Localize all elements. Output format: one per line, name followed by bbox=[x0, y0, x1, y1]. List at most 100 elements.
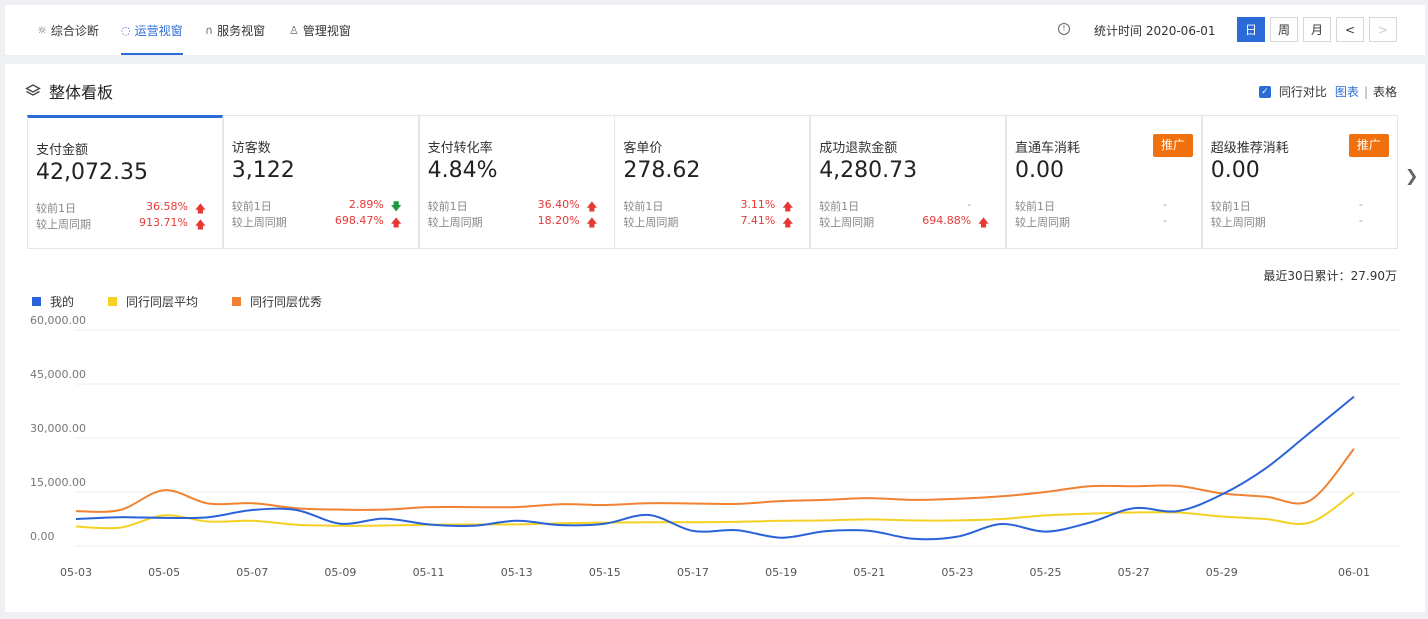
tab-management[interactable]: ♙ 管理视窗 bbox=[289, 5, 351, 55]
y-tick-label: 15,000.00 bbox=[30, 476, 86, 489]
legend-label: 我的 bbox=[50, 295, 75, 309]
x-tick-label: 06-01 bbox=[1338, 566, 1370, 579]
comparison-percent: - bbox=[967, 198, 972, 211]
comparison-percent: 2.89% bbox=[348, 198, 384, 211]
x-tick-label: 05-19 bbox=[765, 566, 797, 579]
legend-item[interactable]: 同行同层平均 bbox=[108, 293, 198, 310]
headset-icon: ∩ bbox=[205, 23, 214, 37]
metric-name: 成功退款金额 bbox=[819, 141, 898, 156]
y-tick-label: 60,000.00 bbox=[30, 314, 86, 327]
comparison-percent: - bbox=[1358, 198, 1363, 211]
tab-operations[interactable]: ◌ 运营视窗 bbox=[121, 5, 183, 55]
comparison-row: 较上周同期 7.41% 🡅 bbox=[623, 214, 793, 229]
comparison-row: 较上周同期 698.47% 🡅 bbox=[231, 214, 402, 229]
card-payment-amount[interactable]: 支付金额 42,072.35 较前1日 36.58% 🡅 较上周同期 913.71% 🡅 bbox=[27, 115, 223, 249]
comparison-row: 较上周同期 - bbox=[1015, 214, 1167, 229]
period-week-button[interactable]: 周 bbox=[1270, 17, 1298, 42]
view-options: ✓ 同行对比 图表 | 表格 bbox=[1258, 83, 1397, 100]
x-tick-label: 05-27 bbox=[1118, 566, 1150, 579]
comparison-row: 较上周同期 913.71% 🡅 bbox=[36, 216, 206, 231]
period-day-button[interactable]: 日 bbox=[1237, 17, 1265, 42]
series-line-peer-excellent bbox=[75, 448, 1355, 513]
tab-label: 管理视窗 bbox=[302, 23, 351, 38]
comparison-row: 较上周同期 694.88% 🡅 bbox=[819, 214, 989, 229]
y-tick-label: 30,000.00 bbox=[30, 422, 86, 435]
arrow-up-icon: 🡅 bbox=[782, 216, 794, 229]
legend-item[interactable]: 我的 bbox=[32, 293, 74, 310]
series-line-mine bbox=[75, 395, 1355, 541]
bulb-icon: ☼ bbox=[37, 23, 47, 37]
comparison-row: 较上周同期 - bbox=[1211, 214, 1363, 229]
chart-legend: 我的 同行同层平均 同行同层优秀 bbox=[32, 293, 356, 310]
x-tick-label: 05-15 bbox=[589, 566, 621, 579]
metric-value: 278.62 bbox=[623, 158, 701, 183]
comparison-label: 较前1日 bbox=[427, 200, 468, 213]
metric-name: 超级推荐消耗 bbox=[1210, 141, 1289, 156]
card-ztc-cost[interactable]: 直通车消耗 0.00 推广 较前1日 - 较上周同期 - bbox=[1006, 115, 1202, 249]
overview-panel: 整体看板 ✓ 同行对比 图表 | 表格 支付金额 42,072.35 较前1日 36.… bbox=[5, 64, 1425, 612]
layers-icon bbox=[25, 84, 41, 96]
metric-value: 4,280.73 bbox=[819, 158, 918, 183]
y-tick-label: 45,000.00 bbox=[30, 368, 86, 381]
top-nav-bar: ☼ 综合诊断 ◌ 运营视窗 ∩ 服务视窗 ♙ 管理视窗 ! 统计时间 2020-06-0… bbox=[5, 5, 1425, 55]
metric-name: 支付转化率 bbox=[427, 141, 493, 156]
view-chart-link[interactable]: 图表 bbox=[1335, 83, 1359, 100]
arrow-up-icon: 🡅 bbox=[390, 216, 402, 229]
cumulative-summary: 最近30日累计：27.90万 bbox=[1263, 269, 1397, 283]
chevron-right-icon[interactable]: ❯ bbox=[1405, 166, 1418, 185]
card-refund-amount[interactable]: 成功退款金额 4,280.73 较前1日 - 较上周同期 694.88% 🡅 bbox=[810, 115, 1007, 249]
legend-label: 同行同层平均 bbox=[126, 295, 199, 309]
tab-service[interactable]: ∩ 服务视窗 bbox=[205, 5, 265, 55]
info-icon[interactable]: ! bbox=[1058, 23, 1070, 35]
card-conversion-rate[interactable]: 支付转化率 4.84% 较前1日 36.40% 🡅 较上周同期 18.20% 🡅 bbox=[418, 115, 615, 249]
arrow-up-icon: 🡅 bbox=[977, 216, 990, 229]
card-super-recommend-cost[interactable]: 超级推荐消耗 0.00 推广 较前1日 - 较上周同期 - bbox=[1201, 115, 1398, 249]
prev-date-button[interactable]: < bbox=[1336, 17, 1364, 42]
compare-checkbox[interactable]: ✓ bbox=[1258, 85, 1271, 98]
comparison-label: 较前1日 bbox=[819, 200, 860, 213]
comparison-percent: - bbox=[1163, 214, 1167, 227]
tab-label: 服务视窗 bbox=[217, 23, 266, 38]
x-tick-label: 05-13 bbox=[501, 566, 533, 579]
panel-title: 整体看板 bbox=[49, 83, 114, 102]
comparison-label: 较上周同期 bbox=[427, 216, 483, 229]
y-tick-label: 0.00 bbox=[30, 530, 55, 543]
comparison-row: 较前1日 - bbox=[1210, 198, 1363, 213]
comparison-percent: 694.88% bbox=[922, 214, 972, 227]
next-date-button[interactable]: > bbox=[1369, 17, 1397, 42]
panel-header: 整体看板 bbox=[25, 79, 113, 103]
comparison-label: 较前1日 bbox=[623, 200, 664, 213]
comparison-row: 较前1日 - bbox=[819, 198, 972, 213]
line-chart: 0.00 15,000.00 30,000.00 45,000.00 60,000.00… bbox=[30, 314, 1400, 579]
comparison-row: 较上周同期 18.20% 🡅 bbox=[427, 214, 598, 229]
comparison-label: 较上周同期 bbox=[231, 216, 287, 229]
legend-label: 同行同层优秀 bbox=[250, 295, 323, 309]
shield-icon: ◌ bbox=[121, 23, 131, 37]
period-month-button[interactable]: 月 bbox=[1303, 17, 1331, 42]
x-tick-label: 05-23 bbox=[941, 566, 973, 579]
comparison-percent: - bbox=[1163, 198, 1167, 211]
view-table-link[interactable]: 表格 bbox=[1373, 83, 1397, 100]
comparison-label: 较前1日 bbox=[1210, 200, 1251, 213]
arrow-up-icon: 🡅 bbox=[194, 218, 206, 231]
metric-name: 访客数 bbox=[231, 141, 271, 156]
stat-time: 统计时间 2020-06-01 bbox=[1094, 24, 1216, 38]
card-avg-order-value[interactable]: 客单价 278.62 较前1日 3.11% 🡅 较上周同期 7.41% 🡅 bbox=[614, 115, 811, 249]
card-visitors[interactable]: 访客数 3,122 较前1日 2.89% 🡇 较上周同期 698.47% 🡅 bbox=[222, 115, 419, 249]
x-tick-label: 05-07 bbox=[236, 566, 268, 579]
metric-name: 支付金额 bbox=[36, 143, 89, 158]
x-tick-label: 05-29 bbox=[1206, 566, 1238, 579]
promote-button[interactable]: 推广 bbox=[1348, 134, 1389, 157]
tab-diagnosis[interactable]: ☼ 综合诊断 bbox=[37, 5, 99, 55]
comparison-percent: 913.71% bbox=[139, 216, 188, 229]
tab-label: 综合诊断 bbox=[50, 23, 99, 38]
metric-value: 0.00 bbox=[1015, 158, 1064, 183]
comparison-percent: 7.41% bbox=[740, 214, 776, 227]
metric-name: 直通车消耗 bbox=[1015, 141, 1081, 156]
compare-label[interactable]: 同行对比 bbox=[1279, 83, 1327, 100]
comparison-label: 较前1日 bbox=[231, 200, 272, 213]
legend-item[interactable]: 同行同层优秀 bbox=[232, 293, 322, 310]
promote-button[interactable]: 推广 bbox=[1153, 134, 1193, 157]
comparison-percent: 18.20% bbox=[537, 214, 580, 227]
comparison-percent: 36.58% bbox=[146, 200, 188, 213]
